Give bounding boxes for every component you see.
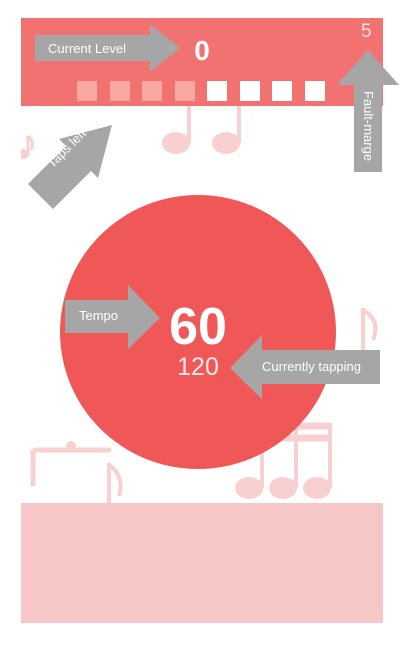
tap-used-square [174,81,195,101]
bottom-band [21,503,383,623]
tap-used-square [142,81,162,101]
current-level-value: 0 [194,35,210,66]
tap-used-square [77,81,97,101]
fault-marge-value: 5 [361,21,372,42]
tap-used-square [109,81,130,101]
music-note-icon [21,134,34,159]
tap-left-square [304,81,325,101]
currently-tapping-label: Currently tapping [262,359,361,374]
current-level-label: Current Level [48,41,127,56]
tempo-label: Tempo [79,308,119,323]
header-bar: 0 5 [21,18,383,106]
tap-left-square [207,81,227,101]
tap-left-square [272,81,292,101]
app-screen: 0 5 60 120 [21,18,383,623]
fault-marge-label: Fault-marge [361,91,376,162]
tap-left-square [239,81,260,101]
music-note-icon [162,96,241,154]
tap-circle[interactable]: 60 120 [60,195,336,469]
